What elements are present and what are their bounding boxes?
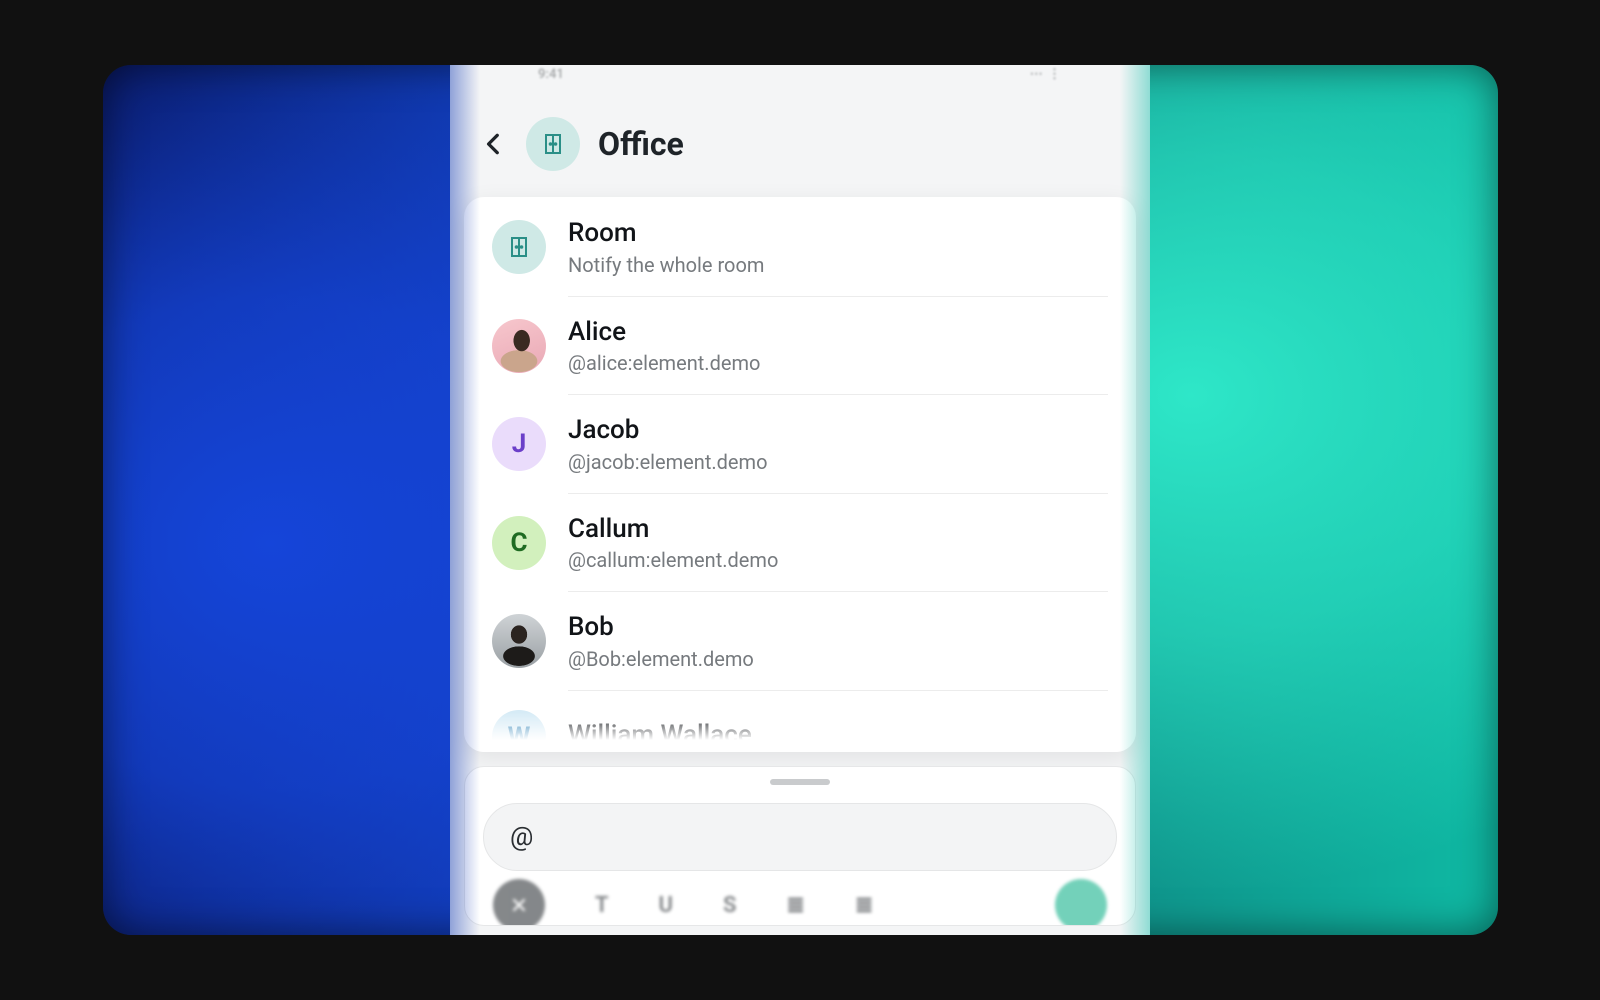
suggestion-user[interactable]: Bob @Bob:element.demo xyxy=(464,591,1136,690)
suggestion-user[interactable]: Alice @alice:element.demo xyxy=(464,296,1136,395)
suggestion-room[interactable]: Room Notify the whole room xyxy=(464,197,1136,296)
gradient-card: 9:41 ⋯ ⋮ Office xyxy=(103,65,1498,935)
message-input[interactable]: @ xyxy=(483,803,1117,871)
suggestion-name: William Wallace xyxy=(568,719,752,752)
suggestion-name: Bob xyxy=(568,611,754,644)
suggestion-name: Alice xyxy=(568,316,760,349)
list-icon[interactable]: ≣ xyxy=(855,893,873,918)
room-avatar[interactable] xyxy=(526,117,580,171)
suggestion-sub: @jacob:element.demo xyxy=(568,449,767,475)
composer-toolbar: T U S ≣ ≣ xyxy=(465,879,1135,926)
close-button[interactable] xyxy=(493,879,545,926)
user-avatar: W xyxy=(492,710,546,753)
status-bar: 9:41 ⋯ ⋮ xyxy=(450,65,1150,89)
mention-suggestions-popup: Room Notify the whole room Alice @alice:… xyxy=(464,197,1136,752)
suggestion-meta: Room Notify the whole room xyxy=(568,217,764,278)
suggestion-user[interactable]: W William Wallace xyxy=(464,690,1136,753)
suggestion-sub: @Bob:element.demo xyxy=(568,646,754,672)
user-avatar xyxy=(492,319,546,373)
suggestion-user[interactable]: J Jacob @jacob:element.demo xyxy=(464,394,1136,493)
suggestion-sub: @alice:element.demo xyxy=(568,350,760,376)
list-icon[interactable]: ≣ xyxy=(786,893,804,918)
user-avatar: J xyxy=(492,417,546,471)
suggestion-meta: Alice @alice:element.demo xyxy=(568,316,760,377)
suggestion-name: Room xyxy=(568,217,764,250)
room-icon-avatar xyxy=(492,220,546,274)
door-icon xyxy=(507,235,531,259)
suggestion-meta: Callum @callum:element.demo xyxy=(568,513,778,574)
suggestion-sub: @callum:element.demo xyxy=(568,547,778,573)
suggestion-meta: Jacob @jacob:element.demo xyxy=(568,414,767,475)
composer-panel: @ T U S ≣ ≣ xyxy=(464,766,1136,926)
user-avatar: C xyxy=(492,516,546,570)
suggestion-name: Callum xyxy=(568,513,778,546)
suggestion-name: Jacob xyxy=(568,414,767,447)
room-title[interactable]: Office xyxy=(598,125,684,163)
phone-frame: 9:41 ⋯ ⋮ Office xyxy=(450,65,1150,935)
suggestion-sub: Notify the whole room xyxy=(568,252,764,278)
close-icon xyxy=(509,895,529,915)
format-icon[interactable]: U xyxy=(659,893,673,918)
send-button[interactable] xyxy=(1055,879,1107,926)
suggestion-meta: Bob @Bob:element.demo xyxy=(568,611,754,672)
chevron-left-icon xyxy=(481,131,507,157)
room-header: Office xyxy=(450,89,1150,197)
suggestion-meta: William Wallace xyxy=(568,719,752,752)
status-system-icons: ⋯ ⋮ xyxy=(1030,67,1062,82)
format-icon[interactable]: S xyxy=(723,893,736,918)
door-icon xyxy=(541,132,565,156)
format-icon[interactable]: T xyxy=(595,893,609,918)
stage: 9:41 ⋯ ⋮ Office xyxy=(0,0,1600,1000)
drag-handle[interactable] xyxy=(770,779,830,785)
suggestion-user[interactable]: C Callum @callum:element.demo xyxy=(464,493,1136,592)
status-time: 9:41 xyxy=(538,67,564,82)
back-button[interactable] xyxy=(480,130,508,158)
user-avatar xyxy=(492,614,546,668)
message-input-text: @ xyxy=(510,822,533,852)
